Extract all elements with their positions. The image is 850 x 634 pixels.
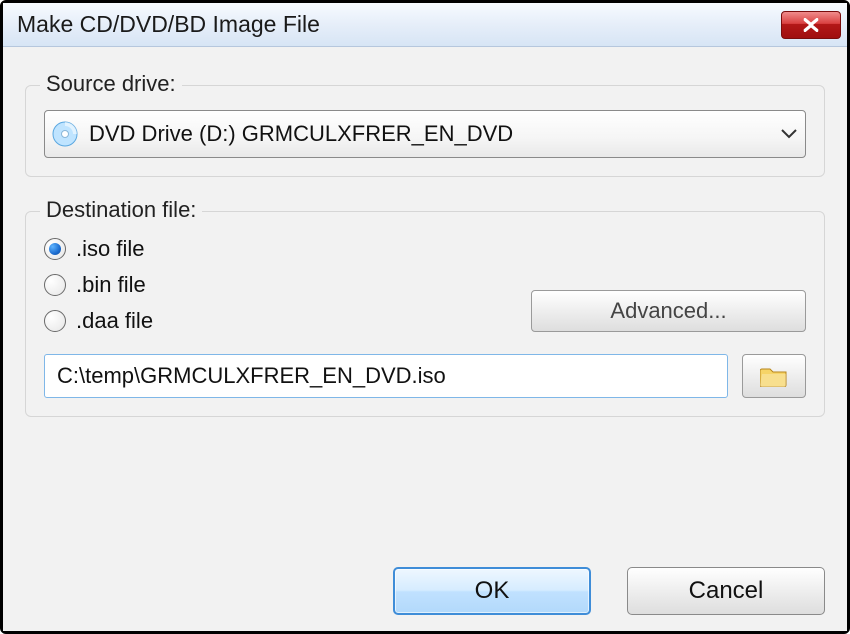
- radio-bin-input[interactable]: [44, 274, 66, 296]
- cancel-button[interactable]: Cancel: [627, 567, 825, 615]
- cancel-button-label: Cancel: [689, 577, 764, 605]
- title-bar: Make CD/DVD/BD Image File: [3, 3, 847, 47]
- close-icon: [802, 18, 820, 32]
- radio-iso-label: .iso file: [76, 236, 144, 262]
- source-drive-value: DVD Drive (D:) GRMCULXFRER_EN_DVD: [89, 121, 773, 147]
- destination-file-group: Destination file: .iso file .bin file .d…: [25, 211, 825, 417]
- destination-path-row: [44, 354, 806, 398]
- radio-daa[interactable]: .daa file: [44, 308, 515, 334]
- ok-button-label: OK: [475, 577, 510, 605]
- dialog-footer: OK Cancel: [25, 547, 825, 615]
- source-drive-group: Source drive: DVD Drive (D:) GRMCULXFRER…: [25, 85, 825, 177]
- source-drive-combobox[interactable]: DVD Drive (D:) GRMCULXFRER_EN_DVD: [44, 110, 806, 158]
- advanced-button-label: Advanced...: [610, 298, 726, 324]
- close-button[interactable]: [781, 11, 841, 39]
- radio-iso[interactable]: .iso file: [44, 236, 515, 262]
- destination-options-row: .iso file .bin file .daa file Advanced..…: [44, 236, 806, 334]
- radio-daa-input[interactable]: [44, 310, 66, 332]
- radio-bin-label: .bin file: [76, 272, 146, 298]
- radio-bin[interactable]: .bin file: [44, 272, 515, 298]
- folder-icon: [760, 365, 788, 387]
- destination-file-label: Destination file:: [40, 197, 202, 223]
- client-area: Source drive: DVD Drive (D:) GRMCULXFRER…: [3, 47, 847, 631]
- destination-path-input[interactable]: [44, 354, 728, 398]
- window-title: Make CD/DVD/BD Image File: [17, 11, 781, 38]
- disc-icon: [51, 120, 79, 148]
- radio-daa-label: .daa file: [76, 308, 153, 334]
- source-drive-label: Source drive:: [40, 71, 182, 97]
- dialog-window: Make CD/DVD/BD Image File Source drive:: [0, 0, 850, 634]
- file-type-radios: .iso file .bin file .daa file: [44, 236, 515, 334]
- browse-button[interactable]: [742, 354, 806, 398]
- dropdown-caret-icon: [781, 129, 797, 139]
- advanced-button[interactable]: Advanced...: [531, 290, 806, 332]
- radio-iso-input[interactable]: [44, 238, 66, 260]
- ok-button[interactable]: OK: [393, 567, 591, 615]
